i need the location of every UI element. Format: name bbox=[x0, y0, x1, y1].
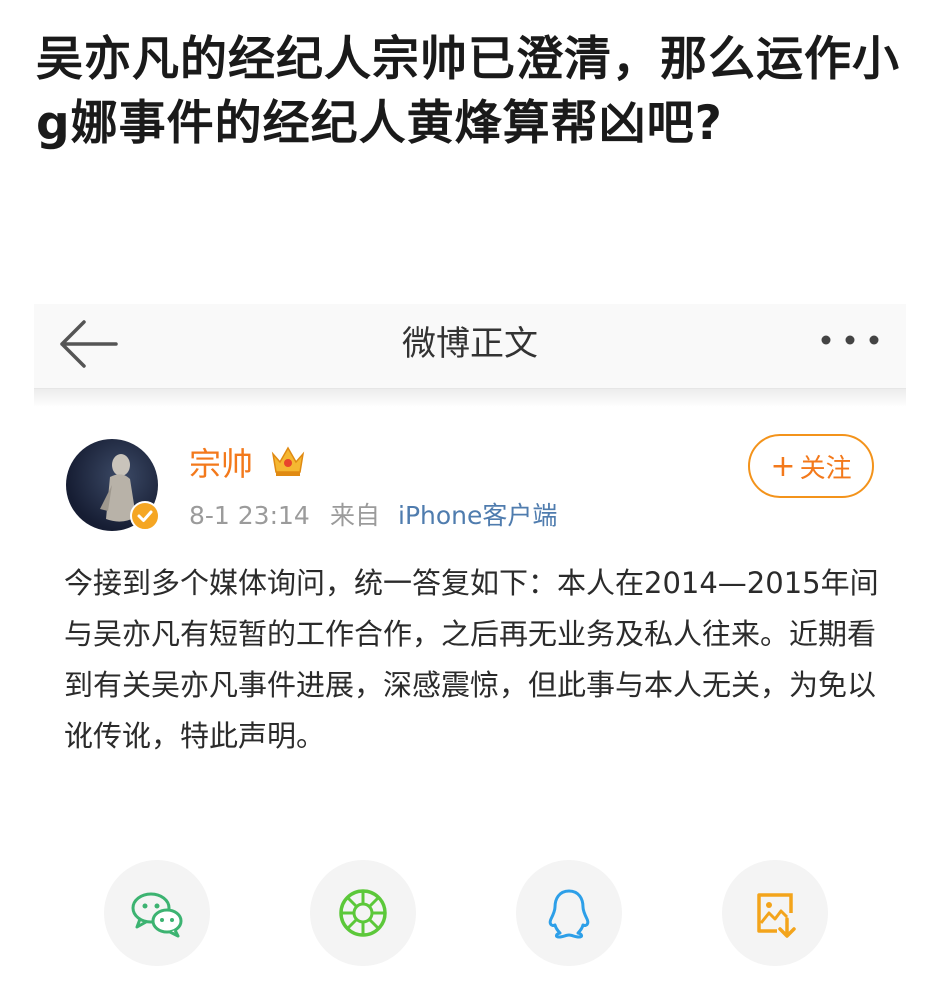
author-name[interactable]: 宗帅 bbox=[189, 442, 253, 486]
follow-button[interactable]: + 关注 bbox=[748, 434, 874, 498]
wechat-icon bbox=[131, 892, 183, 938]
post-time: 8-1 23:14 bbox=[189, 501, 310, 530]
top-navbar: 微博正文 bbox=[34, 304, 906, 389]
save-image-button[interactable] bbox=[722, 860, 828, 966]
share-qq-button[interactable] bbox=[516, 860, 622, 966]
share-moments-button[interactable] bbox=[310, 860, 416, 966]
save-image-icon bbox=[757, 893, 796, 938]
post-body-text: 今接到多个媒体询问，统一答复如下：本人在2014—2015年间与吴亦凡有短暂的工… bbox=[64, 566, 879, 753]
share-wechat-button[interactable] bbox=[104, 860, 210, 966]
more-dots-icon[interactable] bbox=[820, 334, 880, 346]
crown-icon bbox=[271, 446, 305, 476]
follow-label: 关注 bbox=[799, 453, 852, 484]
page-title: 微博正文 bbox=[402, 324, 538, 364]
plus-icon: + bbox=[770, 448, 796, 484]
navbar-shadow bbox=[34, 389, 906, 407]
moments-icon bbox=[339, 889, 387, 937]
weibo-screenshot: 微博正文 宗帅 8-1 23:14 来自 iPhone客户端 + 关注 今接到多… bbox=[34, 304, 906, 1000]
post-from-label: 来自 bbox=[330, 501, 381, 530]
verified-icon bbox=[130, 501, 160, 531]
question-title: 吴亦凡的经纪人宗帅已澄清，那么运作小g娜事件的经纪人黄烽算帮凶吧? bbox=[36, 32, 900, 151]
post-source-link[interactable]: iPhone客户端 bbox=[398, 498, 557, 534]
qq-icon bbox=[548, 889, 590, 939]
